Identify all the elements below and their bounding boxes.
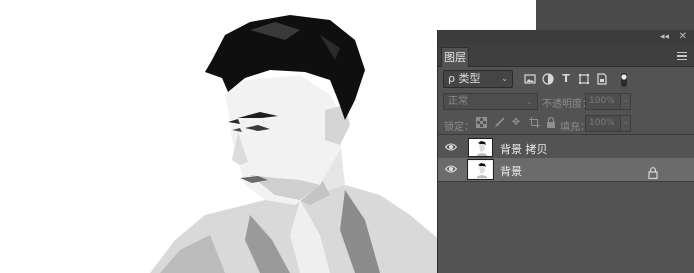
filter-kind-label: ρ 类型 (448, 72, 481, 85)
lock-all-icon[interactable] (545, 116, 557, 129)
image-filter-icon[interactable] (524, 73, 536, 85)
layer-thumbnail (468, 138, 493, 157)
layer-thumbnail (467, 159, 494, 180)
opacity-dropdown-arrow[interactable]: › (621, 93, 631, 110)
lock-row: 锁定： ✥ 填充： 100% › (438, 113, 694, 135)
double-chevron-icon[interactable]: ◂◂ (660, 31, 669, 43)
layer-row-selected[interactable]: 背景 (438, 158, 694, 182)
blend-mode-value: 正常 (448, 96, 468, 107)
opacity-field[interactable]: 100% (585, 93, 621, 110)
layer-name[interactable]: 背景 (500, 163, 522, 179)
blend-mode-row: 正常 ⌄ 不透明度： 100% › (438, 91, 694, 113)
filter-kind-select[interactable]: ρ 类型 ⌄ (443, 70, 513, 88)
layer-name[interactable]: 背景 拷贝 (500, 141, 548, 157)
layer-filter-row: ρ 类型 ⌄ T (438, 67, 694, 91)
lock-transparent-icon[interactable] (475, 117, 487, 129)
filter-toggle-icon[interactable] (618, 73, 630, 87)
eye-icon[interactable] (445, 142, 457, 154)
lock-icon (648, 164, 658, 180)
shape-filter-icon[interactable] (578, 73, 590, 85)
panel-menu-icon[interactable] (677, 52, 687, 60)
panel-title-bar: ◂◂ ✕ (438, 30, 694, 44)
layer-row[interactable]: 背景 拷贝 (438, 136, 694, 160)
layers-panel: ◂◂ ✕ 图层 ρ 类型 ⌄ T 正常 ⌄ 不透明度： 100% › 锁定： ✥… (437, 30, 694, 273)
smartobject-filter-icon[interactable] (596, 73, 608, 85)
lock-artboard-icon[interactable] (528, 117, 540, 129)
panel-tab-bar: 图层 (438, 44, 694, 67)
blend-mode-select[interactable]: 正常 ⌄ (443, 93, 538, 110)
eye-icon[interactable] (445, 164, 457, 176)
photoshop-window: ◂◂ ✕ 图层 ρ 类型 ⌄ T 正常 ⌄ 不透明度： 100% › 锁定： ✥… (0, 0, 694, 273)
chevron-down-icon: ⌄ (526, 97, 533, 106)
chevron-down-icon: ⌄ (501, 74, 508, 83)
lock-brush-icon[interactable] (493, 117, 505, 129)
fill-field[interactable]: 100% (585, 115, 621, 132)
fill-dropdown-arrow[interactable]: › (621, 115, 631, 132)
lock-move-icon[interactable]: ✥ (510, 117, 522, 129)
type-filter-icon[interactable]: T (560, 73, 572, 85)
lock-label: 锁定： (444, 122, 474, 133)
close-icon[interactable]: ✕ (679, 30, 687, 43)
tab-layers[interactable]: 图层 (441, 47, 469, 67)
adjustment-filter-icon[interactable] (542, 73, 554, 85)
